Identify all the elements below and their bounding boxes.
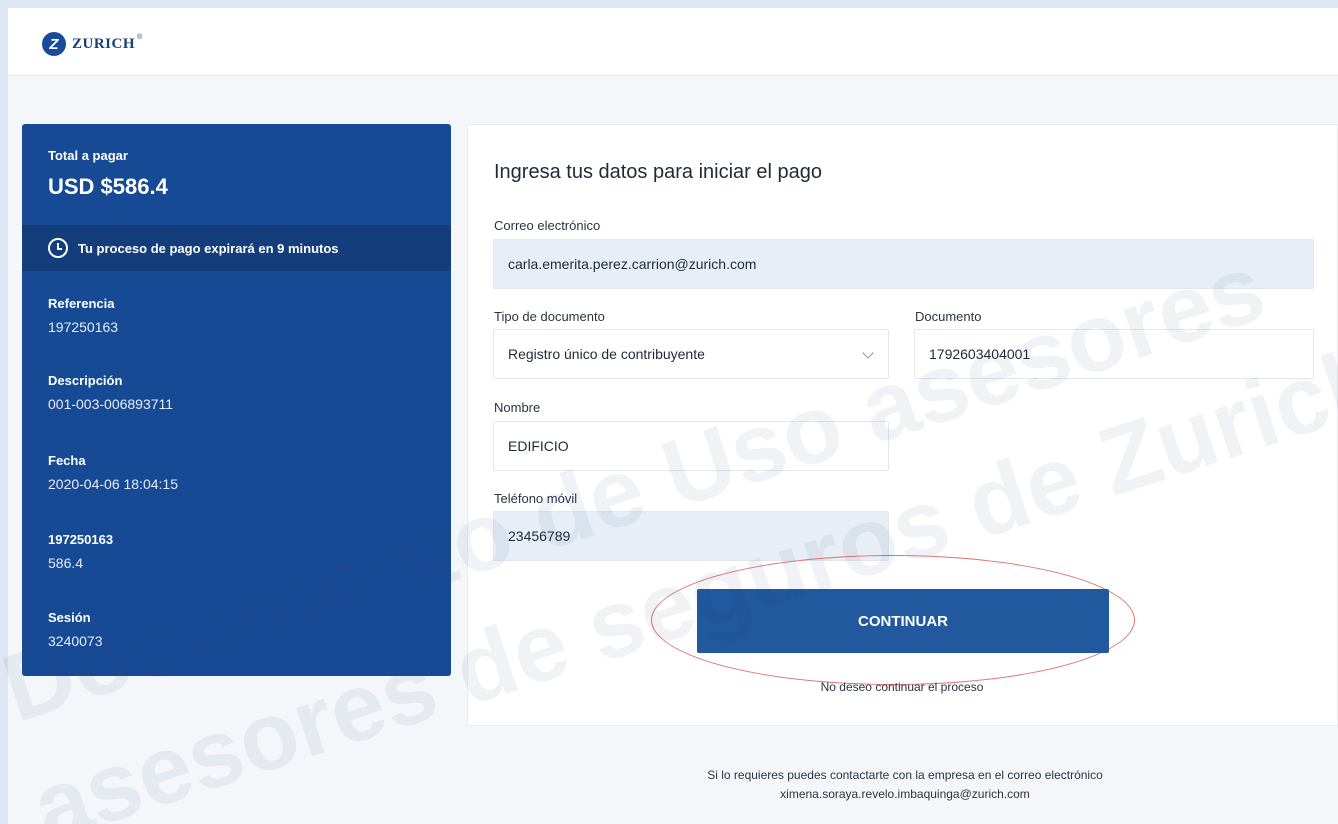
- info-value: 197250163: [48, 319, 119, 335]
- expiration-notice: Tu proceso de pago expirará en 9 minutos: [22, 225, 451, 271]
- info-label: Sesión: [48, 610, 91, 625]
- info-reference: Referencia 197250163: [48, 296, 118, 335]
- info-session: Sesión 3240073: [48, 610, 103, 649]
- name-label: Nombre: [494, 400, 541, 415]
- info-label: 197250163: [48, 532, 114, 547]
- email-label: Correo electrónico: [494, 218, 601, 233]
- zurich-logo[interactable]: Z ZURICH ®: [42, 32, 142, 56]
- phone-value: 23456789: [508, 528, 571, 544]
- info-label: Fecha: [48, 453, 86, 468]
- zurich-logo-icon: Z: [42, 32, 66, 56]
- info-date: Fecha 2020-04-06 18:04:15: [48, 453, 178, 492]
- top-bar: Z ZURICH ®: [8, 8, 1338, 76]
- logo-text: ZURICH: [72, 35, 136, 52]
- phone-field[interactable]: 23456789: [493, 511, 889, 561]
- page-border-top: [0, 0, 1338, 8]
- email-value: carla.emerita.perez.carrion@zurich.com: [508, 256, 757, 272]
- total-value: USD $586.4: [48, 174, 168, 199]
- form-title: Ingresa tus datos para iniciar el pago: [494, 161, 822, 183]
- info-label: Descripción: [48, 373, 123, 388]
- expiration-text: Tu proceso de pago expirará en 9 minutos: [78, 240, 339, 256]
- document-value: 1792603404001: [929, 346, 1031, 362]
- footer-email[interactable]: ximena.soraya.revelo.imbaquinga@zurich.c…: [600, 785, 1210, 804]
- info-value: 2020-04-06 18:04:15: [48, 476, 178, 492]
- chevron-down-icon: [862, 347, 874, 359]
- page-border-left: [0, 0, 8, 824]
- info-value: 001-003-006893711: [48, 396, 174, 412]
- phone-label: Teléfono móvil: [494, 491, 578, 506]
- payment-form: Ingresa tus datos para iniciar el pago C…: [467, 124, 1338, 726]
- doc-type-select[interactable]: Registro único de contribuyente: [493, 329, 889, 379]
- footer-contact: Si lo requieres puedes contactarte con l…: [600, 766, 1210, 804]
- clock-icon: [48, 238, 68, 258]
- doc-type-value: Registro único de contribuyente: [508, 346, 705, 362]
- name-field[interactable]: EDIFICIO: [493, 421, 889, 471]
- payment-summary-panel: Total a pagar USD $586.4 Tu proceso de p…: [22, 124, 451, 676]
- info-label: Referencia: [48, 296, 115, 311]
- email-field[interactable]: carla.emerita.perez.carrion@zurich.com: [493, 239, 1314, 289]
- cancel-process-link[interactable]: No deseo continuar el proceso: [812, 680, 992, 694]
- document-label: Documento: [915, 309, 982, 324]
- info-value: 3240073: [48, 633, 103, 649]
- info-value: 586.4: [48, 555, 84, 571]
- info-amount: 197250163 586.4: [48, 532, 113, 571]
- continue-button[interactable]: CONTINUAR: [697, 589, 1109, 653]
- doc-type-label: Tipo de documento: [494, 309, 605, 324]
- footer-line: Si lo requieres puedes contactarte con l…: [707, 768, 1103, 782]
- total-label: Total a pagar: [48, 148, 128, 163]
- document-field[interactable]: 1792603404001: [914, 329, 1314, 379]
- registered-mark: ®: [137, 34, 143, 41]
- info-description: Descripción 001-003-006893711: [48, 373, 173, 412]
- name-value: EDIFICIO: [508, 438, 569, 454]
